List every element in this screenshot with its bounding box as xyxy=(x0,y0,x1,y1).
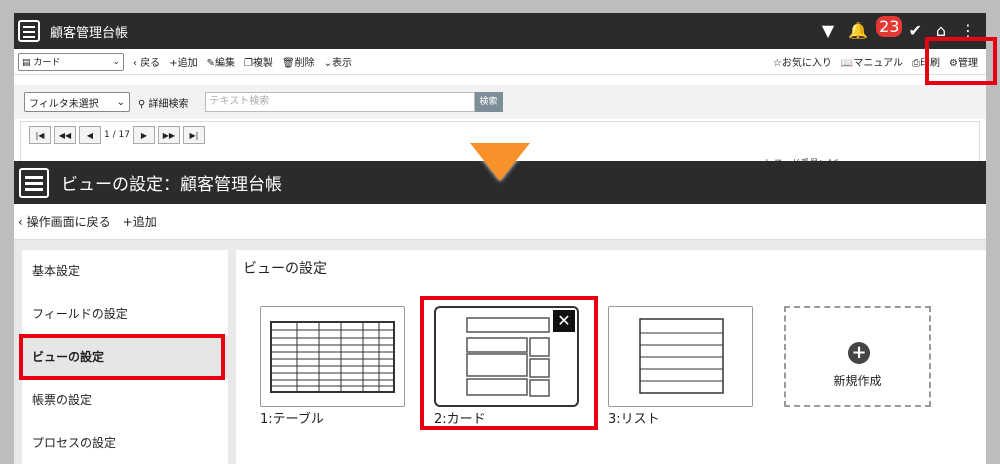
fg-toolbar: ‹ 操作画面に戻る +追加 xyxy=(14,204,986,240)
sidebar-item-forms[interactable]: 帳票の設定 xyxy=(22,379,228,422)
display-button[interactable]: ⌄表示 xyxy=(324,54,352,69)
new-view-button[interactable]: + 新規作成 xyxy=(784,306,931,407)
sidebar-item-fields[interactable]: フィールドの設定 xyxy=(22,293,228,336)
next-page-button[interactable]: ▶ xyxy=(132,126,155,144)
new-view-label: 新規作成 xyxy=(833,374,882,388)
manual-button[interactable]: 📖マニュアル xyxy=(841,54,903,69)
bell-icon[interactable]: 🔔 23 xyxy=(848,16,903,39)
page-info: 1 / 17 xyxy=(104,130,130,140)
back-button[interactable]: ‹ 戻る xyxy=(133,54,160,69)
edit-button[interactable]: ✎編集 xyxy=(207,54,235,69)
chevron-down-icon: ⌄ xyxy=(323,58,333,69)
back-to-operation-button[interactable]: ‹ 操作画面に戻る xyxy=(18,213,111,230)
text-search-input[interactable]: テキスト検索 xyxy=(204,92,475,112)
filter-bar: フィルタ未選択 ⌄ ⚲ 詳細検索 テキスト検索 検索 xyxy=(14,85,986,119)
menu-icon[interactable] xyxy=(18,20,40,42)
favorites-button[interactable]: ☆お気に入り xyxy=(773,54,832,69)
down-arrow-icon xyxy=(470,143,530,181)
prev-page-button[interactable]: ◀ xyxy=(79,126,101,144)
filter-select[interactable]: フィルタ未選択 ⌄ xyxy=(24,92,130,112)
copy-icon: ❐ xyxy=(243,58,253,69)
view-label-table: 1:テーブル xyxy=(260,412,324,427)
menu-icon[interactable] xyxy=(19,167,49,198)
advanced-search-button[interactable]: ⚲ 詳細検索 xyxy=(138,95,189,110)
add-circle-icon: + xyxy=(848,342,870,364)
delete-button[interactable]: 🗑削除 xyxy=(282,54,315,69)
add-view-button[interactable]: +追加 xyxy=(123,213,157,230)
star-icon: ☆ xyxy=(772,58,782,69)
pager: |◀ ◀◀ ◀ 1 / 17 ▶ ▶▶ ▶| xyxy=(29,126,205,144)
section-title: ビューの設定 xyxy=(243,261,327,277)
bg-titlebar: 顧客管理台帳 ▼ 🔔 23 ✔ ⌂ ⋮ xyxy=(14,13,986,49)
chevron-down-icon: ⌄ xyxy=(112,56,120,67)
next-10-button[interactable]: ▶▶ xyxy=(157,126,180,144)
plus-icon: + xyxy=(169,58,178,69)
chevron-left-icon: ‹ xyxy=(18,215,23,229)
view-card-list[interactable] xyxy=(608,306,753,407)
view-settings-panel: ビューの設定 1:テーブル ✕ 2:カード 3:リスト + 新規作成 xyxy=(236,250,986,464)
table-view-icon xyxy=(270,321,395,393)
highlight-view-settings xyxy=(19,334,225,380)
sidebar-item-process[interactable]: プロセスの設定 xyxy=(22,422,228,464)
duplicate-button[interactable]: ❐複製 xyxy=(244,54,273,69)
check-icon[interactable]: ✔ xyxy=(908,23,921,39)
notification-badge: 23 xyxy=(876,16,903,37)
bg-toolbar: ▤ カード ⌄ ‹ 戻る +追加 ✎編集 ❐複製 🗑削除 ⌄表示 ☆お気に入り … xyxy=(14,49,986,75)
chevron-down-icon: ⌄ xyxy=(116,96,125,108)
highlight-admin xyxy=(925,37,997,85)
page-title: ビューの設定：顧客管理台帳 xyxy=(61,175,282,195)
pencil-icon: ✎ xyxy=(206,58,215,69)
book-icon: 📖 xyxy=(840,58,854,69)
search-icon: ⚲ xyxy=(138,98,146,110)
view-card-table[interactable] xyxy=(260,306,405,407)
bg-app-title: 顧客管理台帳 xyxy=(50,25,129,41)
view-label-list: 3:リスト xyxy=(608,412,660,427)
add-button[interactable]: +追加 xyxy=(169,54,197,69)
plus-icon: + xyxy=(122,215,133,229)
prev-10-button[interactable]: ◀◀ xyxy=(54,126,76,144)
last-page-button[interactable]: ▶| xyxy=(182,126,205,144)
highlight-card-view xyxy=(420,296,598,430)
view-select[interactable]: ▤ カード ⌄ xyxy=(18,52,124,71)
search-button[interactable]: 検索 xyxy=(474,92,503,112)
card-view-icon: ▤ xyxy=(22,58,31,68)
first-page-button[interactable]: |◀ xyxy=(29,126,51,144)
printer-icon: ⎙ xyxy=(912,58,921,69)
beginner-mark-icon[interactable]: ▼ xyxy=(822,23,834,39)
list-view-icon xyxy=(639,318,724,394)
trash-icon: 🗑 xyxy=(281,58,295,69)
chevron-left-icon: ‹ xyxy=(133,58,137,69)
sidebar-item-basic[interactable]: 基本設定 xyxy=(22,250,228,293)
